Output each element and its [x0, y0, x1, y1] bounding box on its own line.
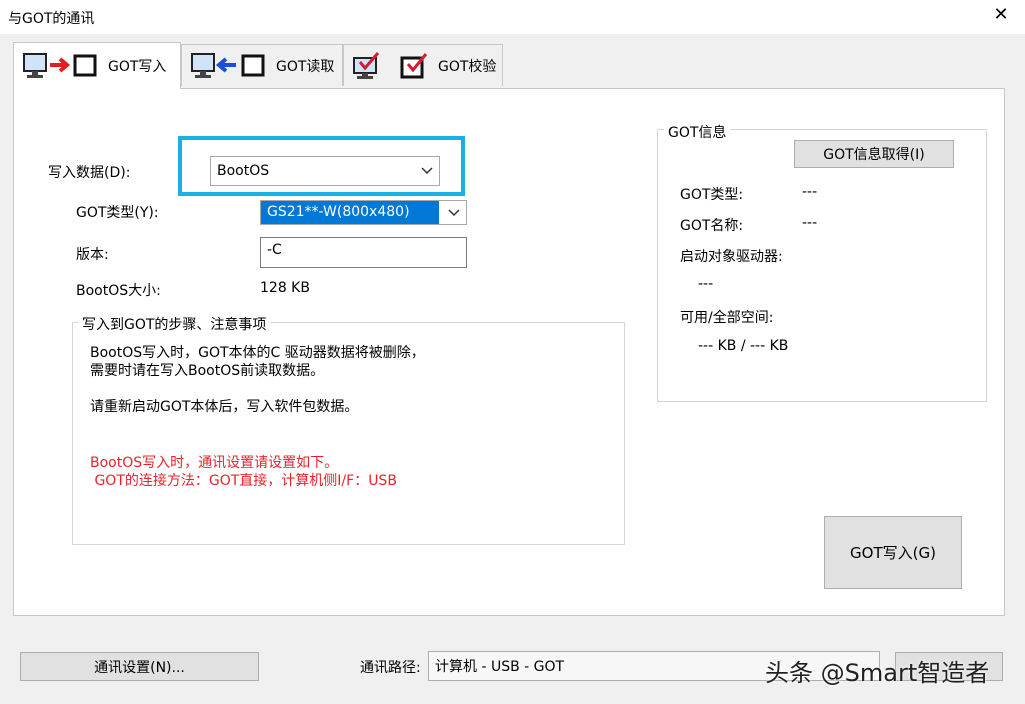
close-button[interactable]: ✕: [990, 4, 1012, 26]
tab-got-verify[interactable]: GOT校验: [343, 44, 503, 86]
write-data-label: 写入数据(D):: [48, 165, 131, 181]
got-type-info-value: ---: [802, 184, 818, 200]
pc-to-got-icon: [22, 52, 100, 80]
warning-line: BootOS写入时，通讯设置请设置如下。: [90, 455, 339, 471]
got-to-pc-icon: [190, 52, 268, 80]
got-type-info-label: GOT类型:: [680, 187, 744, 203]
title-bar: [0, 0, 1025, 34]
tab-label: GOT写入: [108, 59, 167, 75]
window-title: 与GOT的通讯: [8, 11, 95, 27]
boot-drive-label: 启动对象驱动器:: [680, 249, 783, 265]
got-type-label: GOT类型(Y):: [76, 205, 159, 221]
comm-settings-button[interactable]: 通讯设置(N)...: [20, 652, 259, 681]
got-write-button[interactable]: GOT写入(G): [824, 516, 962, 589]
version-field[interactable]: -C: [260, 237, 467, 268]
verify-check-icon: [352, 51, 430, 80]
tab-label: GOT校验: [438, 58, 497, 75]
space-label: 可用/全部空间:: [680, 310, 774, 326]
watermark-text: 头条 @Smart智造者: [765, 659, 990, 687]
got-info-title: GOT信息: [664, 122, 731, 142]
chevron-down-icon: [448, 208, 460, 216]
get-got-info-button[interactable]: GOT信息取得(I): [794, 140, 954, 168]
bootos-size-label: BootOS大小:: [76, 283, 161, 299]
warning-line: GOT的连接方法：GOT直接，计算机侧I/F：USB: [90, 473, 397, 489]
route-label: 通讯路径:: [360, 660, 421, 676]
bootos-size-value: 128 KB: [260, 280, 310, 296]
version-label: 版本:: [76, 247, 109, 263]
space-value: --- KB / --- KB: [698, 338, 789, 354]
tab-got-write[interactable]: GOT写入: [13, 42, 181, 89]
tab-got-read[interactable]: GOT读取: [181, 44, 343, 86]
boot-drive-value: ---: [698, 276, 714, 292]
note-line: 请重新启动GOT本体后，写入软件包数据。: [90, 399, 359, 415]
tab-label: GOT读取: [276, 58, 335, 75]
got-type-value: GS21**-W(800x480): [261, 201, 439, 224]
got-name-info-label: GOT名称:: [680, 218, 744, 234]
note-line: 需要时请在写入BootOS前读取数据。: [90, 363, 325, 379]
got-name-info-value: ---: [802, 215, 818, 231]
got-type-select[interactable]: GS21**-W(800x480): [260, 200, 467, 225]
note-line: BootOS写入时，GOT本体的C 驱动器数据将被删除，: [90, 345, 425, 361]
highlight-box: [178, 136, 465, 196]
notes-title: 写入到GOT的步骤、注意事项: [78, 314, 271, 334]
